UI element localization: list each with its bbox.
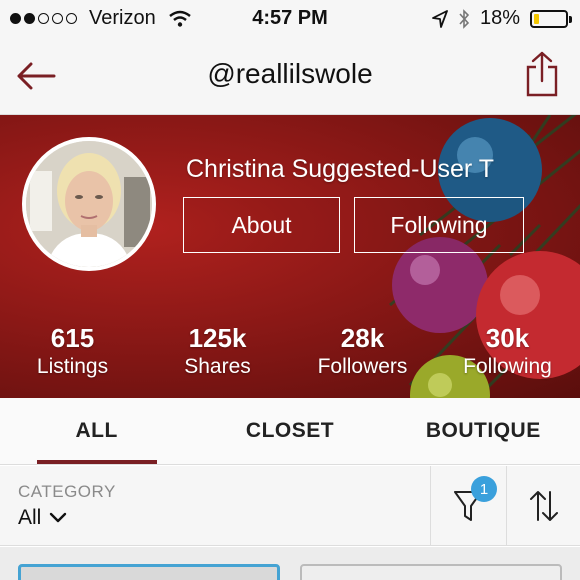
filter-row: CATEGORY All 1 bbox=[0, 466, 580, 546]
profile-name: Christina Suggested-User T bbox=[186, 155, 495, 183]
status-bar: Verizon 4:57 PM 18% bbox=[0, 0, 580, 38]
category-dropdown[interactable]: All bbox=[18, 506, 67, 530]
chevron-down-icon bbox=[50, 512, 67, 523]
share-icon bbox=[526, 51, 558, 97]
share-button[interactable] bbox=[522, 50, 562, 98]
tab-all[interactable]: ALL bbox=[0, 398, 193, 464]
filter-count-badge: 1 bbox=[471, 476, 497, 502]
bluetooth-icon bbox=[459, 8, 470, 29]
stat-listings[interactable]: 615 Listings bbox=[0, 323, 145, 379]
closet-tabs: ALL CLOSET BOUTIQUE bbox=[0, 398, 580, 465]
category-value: All bbox=[18, 506, 42, 529]
stat-label: Listings bbox=[36, 355, 109, 378]
sort-button[interactable] bbox=[506, 466, 580, 546]
battery-icon bbox=[530, 9, 572, 28]
stat-value: 28k bbox=[340, 323, 385, 353]
stat-label: Followers bbox=[317, 355, 408, 378]
profile-photo bbox=[26, 141, 152, 267]
stat-value: 615 bbox=[50, 323, 95, 353]
tab-boutique[interactable]: BOUTIQUE bbox=[387, 398, 580, 464]
status-right: 18% bbox=[432, 7, 572, 30]
avatar[interactable] bbox=[22, 137, 156, 271]
stat-label: Following bbox=[463, 355, 552, 378]
navigation-bar: @reallilswole bbox=[0, 38, 580, 115]
stat-shares[interactable]: 125k Shares bbox=[145, 323, 290, 379]
stat-following[interactable]: 30k Following bbox=[435, 323, 580, 379]
profile-header: Christina Suggested-User T About Followi… bbox=[0, 115, 580, 398]
stat-value: 125k bbox=[188, 323, 247, 353]
stat-value: 30k bbox=[485, 323, 530, 353]
following-button[interactable]: Following bbox=[354, 197, 524, 253]
location-arrow-icon bbox=[432, 9, 448, 28]
page-title: @reallilswole bbox=[207, 58, 373, 89]
filter-button[interactable]: 1 bbox=[430, 466, 505, 546]
listing-card[interactable] bbox=[300, 564, 562, 580]
sort-arrows-icon bbox=[529, 491, 558, 521]
about-button[interactable]: About bbox=[183, 197, 340, 253]
profile-stats: 615 Listings 125k Shares 28k Followers 3… bbox=[0, 323, 580, 379]
stat-followers[interactable]: 28k Followers bbox=[290, 323, 435, 379]
listing-card[interactable] bbox=[18, 564, 280, 580]
category-label: CATEGORY bbox=[18, 482, 116, 501]
battery-percent: 18% bbox=[479, 7, 520, 29]
stat-label: Shares bbox=[184, 355, 251, 378]
listing-grid bbox=[0, 547, 580, 580]
tab-closet[interactable]: CLOSET bbox=[193, 398, 386, 464]
